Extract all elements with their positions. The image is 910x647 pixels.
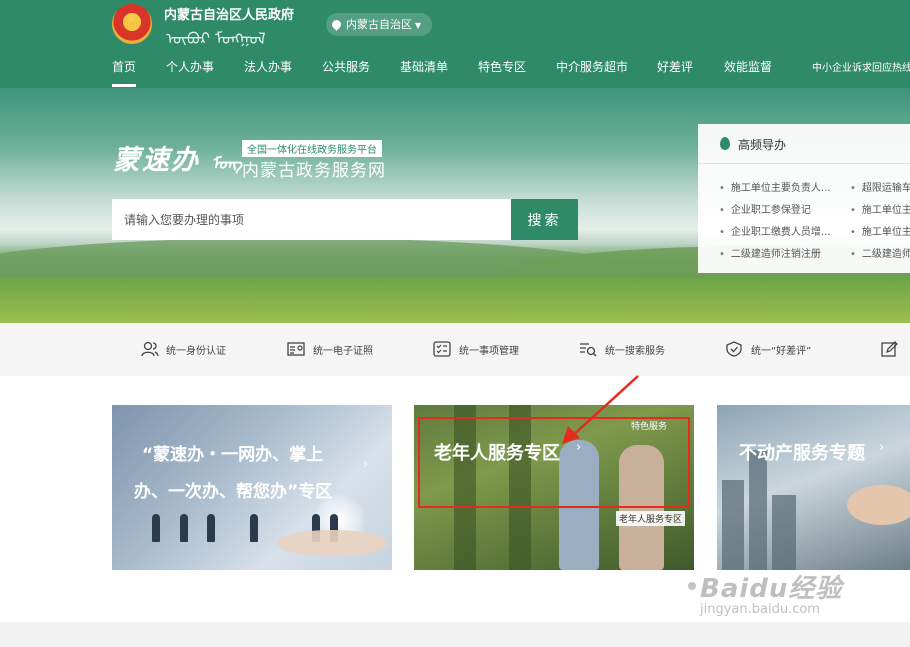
nav-item-efficiency[interactable]: 效能监督 bbox=[724, 58, 772, 88]
brand-logo: 蒙速办 ᠮᠣᠩ bbox=[113, 138, 242, 177]
card3-title: 不动产服务专题 bbox=[739, 443, 865, 464]
nav-item-personal[interactable]: 个人办事 bbox=[166, 58, 214, 88]
hot-guide-item[interactable]: 企业职工缴费人员增... bbox=[719, 223, 831, 238]
hot-guide-panel: 高频导办 施工单位主要负责人... 超限运输车 企业职工参保登记 施工单位主 企… bbox=[698, 124, 910, 273]
building bbox=[772, 495, 796, 570]
person-figure bbox=[207, 514, 215, 542]
hot-guide-title: 高频导办 bbox=[738, 138, 787, 152]
hand-image bbox=[277, 530, 387, 556]
site-name: 内蒙古政务服务网 bbox=[242, 161, 386, 181]
nav-item-sme-hotline[interactable]: 中小企业诉求回应热线 bbox=[812, 58, 910, 88]
building bbox=[722, 480, 744, 570]
card1-title-line1: “蒙速办・一网办、掌上 bbox=[142, 445, 324, 465]
card-mengsuban-zone[interactable]: “蒙速办・一网办、掌上 办、一次办、帮您办”专区 › bbox=[112, 405, 392, 570]
card-real-estate-service[interactable]: 不动产服务专题 › bbox=[717, 405, 910, 570]
watermark-url: jingyan.baidu.com bbox=[700, 602, 820, 617]
service-good-bad-review[interactable]: 统一“好差评” bbox=[751, 342, 811, 357]
search-list-icon bbox=[580, 343, 597, 357]
mongolian-title: ᠦᠪᠦᠷ ᠮᠣᠩᠭᠣᠯ bbox=[166, 29, 266, 48]
hot-guide-header: 高频导办 bbox=[698, 124, 910, 164]
id-card-icon bbox=[287, 342, 305, 356]
star-icon: ★ bbox=[125, 11, 138, 27]
platform-tagline: 全国一体化在线政务服务平台 bbox=[242, 140, 382, 157]
checklist-icon bbox=[433, 341, 451, 357]
hot-guide-item[interactable]: 超限运输车 bbox=[850, 179, 910, 194]
person-figure bbox=[180, 514, 188, 542]
hot-guide-item[interactable]: 二级建造师 bbox=[850, 245, 910, 260]
watermark-main: Baidu经验 bbox=[700, 574, 843, 604]
nav-item-public-service[interactable]: 公共服务 bbox=[322, 58, 370, 88]
building bbox=[749, 450, 767, 570]
search-button[interactable]: 搜索 bbox=[511, 199, 578, 240]
chevron-right-icon: › bbox=[879, 440, 885, 455]
chevron-down-icon: ▼ bbox=[415, 21, 422, 30]
card1-title-line2: 办、一次办、帮您办”专区 bbox=[134, 482, 333, 502]
person-figure bbox=[250, 514, 258, 542]
location-pin-icon bbox=[330, 18, 343, 31]
annotation-arrow-icon bbox=[562, 375, 639, 444]
region-label: 内蒙古自治区 bbox=[346, 18, 412, 31]
service-search[interactable]: 统一搜索服务 bbox=[605, 342, 665, 357]
brand-mongolian-text: ᠮᠣᠩ bbox=[211, 154, 242, 173]
main-nav: 首页 个人办事 法人办事 公共服务 基础清单 特色专区 中介服务超市 好差评 效… bbox=[0, 58, 910, 88]
users-icon bbox=[141, 341, 159, 357]
highlight-box bbox=[418, 417, 690, 508]
hot-guide-item[interactable]: 二级建造师注销注册 bbox=[719, 245, 821, 260]
service-item-management[interactable]: 统一事项管理 bbox=[459, 342, 519, 357]
nav-item-legal-person[interactable]: 法人办事 bbox=[244, 58, 292, 88]
unified-services-strip: 统一身份认证 统一电子证照 统一事项管理 统一搜索服务 统一“好差评” bbox=[0, 323, 910, 376]
footer-band bbox=[0, 622, 910, 647]
service-identity-auth[interactable]: 统一身份认证 bbox=[166, 342, 226, 357]
national-emblem-icon[interactable]: ★ bbox=[112, 4, 152, 44]
baidu-watermark: Baidu经验 jingyan.baidu.com bbox=[688, 568, 843, 617]
hot-guide-item[interactable]: 施工单位主 bbox=[850, 201, 910, 216]
edit-icon[interactable] bbox=[881, 341, 899, 357]
person-figure bbox=[152, 514, 160, 542]
elderly-zone-label: 老年人服务专区 bbox=[616, 511, 686, 526]
brand-calligraphy-text: 蒙速办 bbox=[113, 145, 200, 176]
region-selector[interactable]: 内蒙古自治区 ▼ bbox=[326, 13, 432, 36]
nav-item-basic-list[interactable]: 基础清单 bbox=[400, 58, 448, 88]
hot-guide-item[interactable]: 施工单位主要负责人... bbox=[719, 179, 831, 194]
flame-icon bbox=[720, 137, 730, 150]
service-e-license[interactable]: 统一电子证照 bbox=[313, 342, 373, 357]
paw-icon bbox=[688, 582, 696, 590]
hot-guide-item[interactable]: 企业职工参保登记 bbox=[719, 201, 811, 216]
chevron-right-icon: › bbox=[363, 457, 369, 472]
nav-item-special-zone[interactable]: 特色专区 bbox=[478, 58, 526, 88]
hot-guide-item[interactable]: 施工单位主 bbox=[850, 223, 910, 238]
site-header: ★ 内蒙古自治区人民政府 ᠦᠪᠦᠷ ᠮᠣᠩᠭᠣᠯ 内蒙古自治区 ▼ 首页 个人办事… bbox=[0, 0, 910, 88]
grassland-field bbox=[0, 278, 910, 323]
shield-icon bbox=[726, 341, 742, 357]
search-input[interactable] bbox=[112, 199, 511, 240]
nav-item-agency-market[interactable]: 中介服务超市 bbox=[556, 58, 628, 88]
handshake-image bbox=[847, 485, 910, 525]
nav-item-evaluation[interactable]: 好差评 bbox=[657, 58, 693, 88]
hero-banner: 蒙速办 ᠮᠣᠩ 全国一体化在线政务服务平台 内蒙古政务服务网 搜索 高频导办 施… bbox=[0, 88, 910, 323]
nav-item-home[interactable]: 首页 bbox=[112, 58, 137, 88]
